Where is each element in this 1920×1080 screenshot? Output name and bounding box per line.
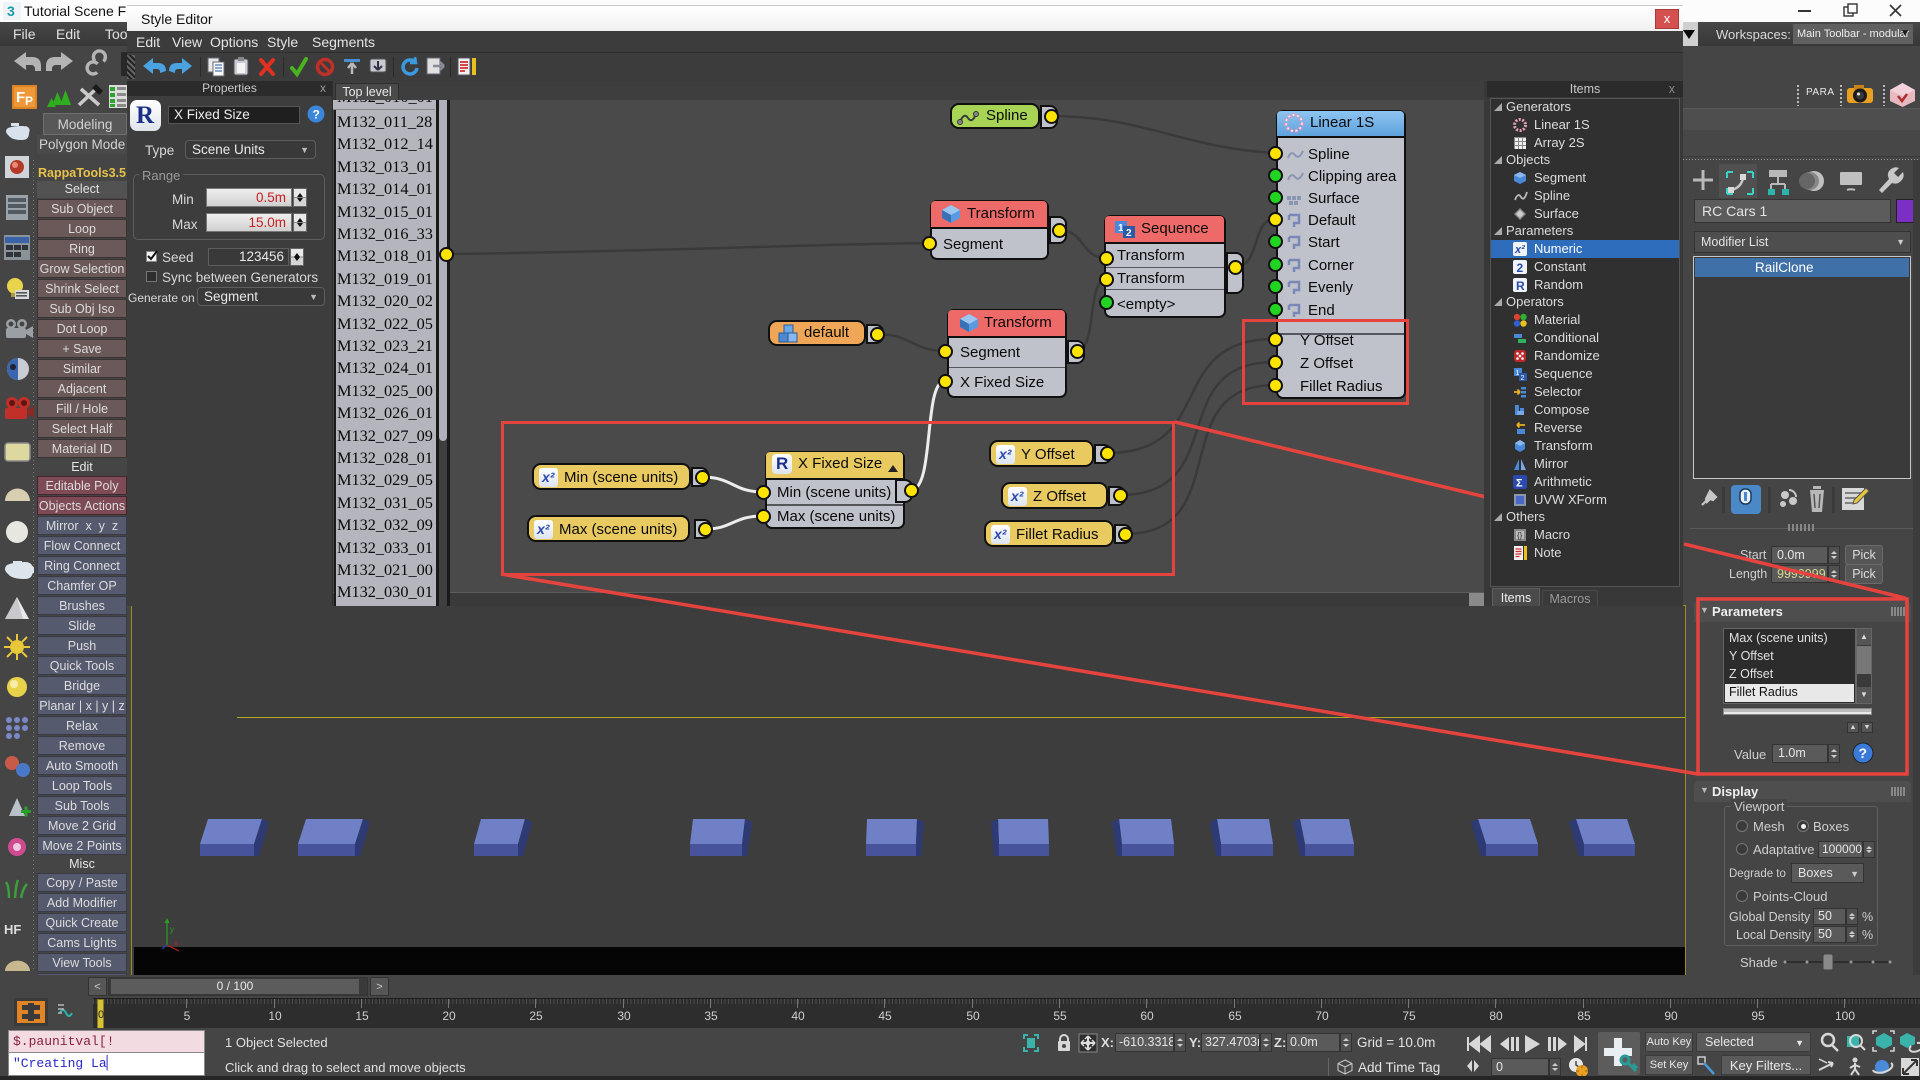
svg-text:1: 1 <box>1516 370 1520 377</box>
svg-text:?: ? <box>1859 745 1868 761</box>
svg-text:x²: x² <box>1514 244 1525 256</box>
svg-text:Σ: Σ <box>1516 478 1523 490</box>
svg-text:x: x <box>174 939 178 948</box>
svg-text:F: F <box>16 89 25 106</box>
svg-text:3: 3 <box>7 3 15 19</box>
svg-text:R: R <box>1516 279 1525 293</box>
svg-text:2: 2 <box>1517 261 1524 275</box>
svg-text:HF: HF <box>4 922 21 937</box>
svg-text:P: P <box>25 94 33 108</box>
svg-text:{}: {} <box>1517 531 1523 540</box>
svg-text:?: ? <box>313 108 320 122</box>
svg-text:2: 2 <box>1521 375 1525 382</box>
svg-text:y: y <box>170 925 174 934</box>
